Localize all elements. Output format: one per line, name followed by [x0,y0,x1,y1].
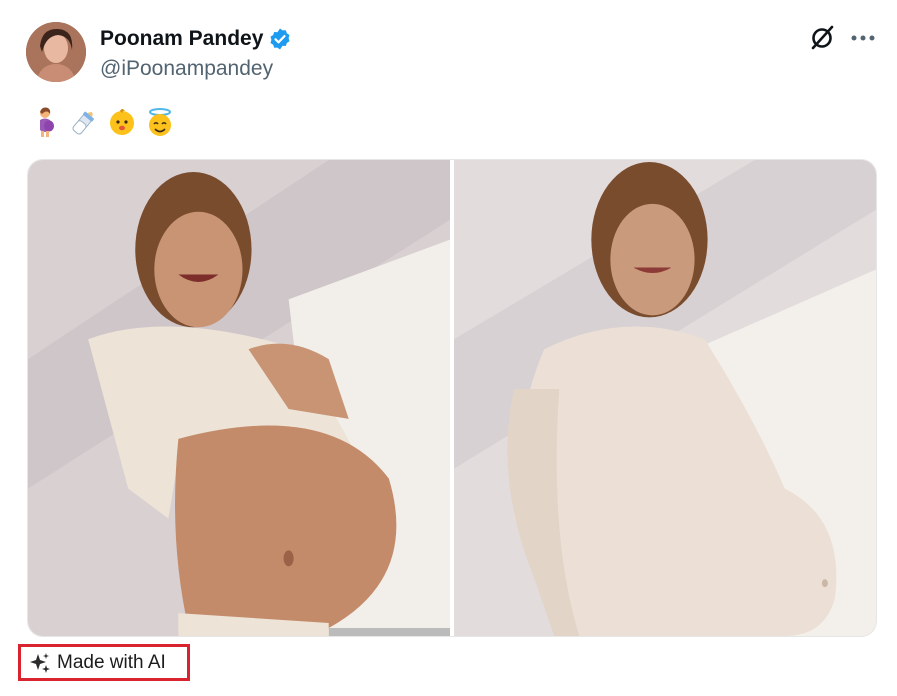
author-avatar[interactable] [26,22,86,82]
pregnant-woman-emoji [40,107,54,137]
media-grid [27,159,877,637]
author-display-name-row[interactable]: Poonam Pandey [100,27,292,51]
author-display-name[interactable]: Poonam Pandey [100,27,263,51]
made-with-ai-label[interactable]: Made with AI [18,644,190,681]
sparkle-icon [30,652,50,673]
author-handle[interactable]: @iPoonampandey [100,57,273,81]
post-photo-1[interactable] [28,160,450,636]
grok-icon[interactable] [808,24,836,52]
smiling-face-with-halo-emoji [149,108,171,136]
baby-emoji [110,109,134,135]
verified-badge-icon [270,28,290,50]
more-options-icon[interactable] [848,24,878,52]
baby-bottle-emoji [72,111,94,135]
made-with-ai-text: Made with AI [57,651,166,673]
post-text-emojis [30,106,176,138]
post-photo-2[interactable] [454,160,876,636]
